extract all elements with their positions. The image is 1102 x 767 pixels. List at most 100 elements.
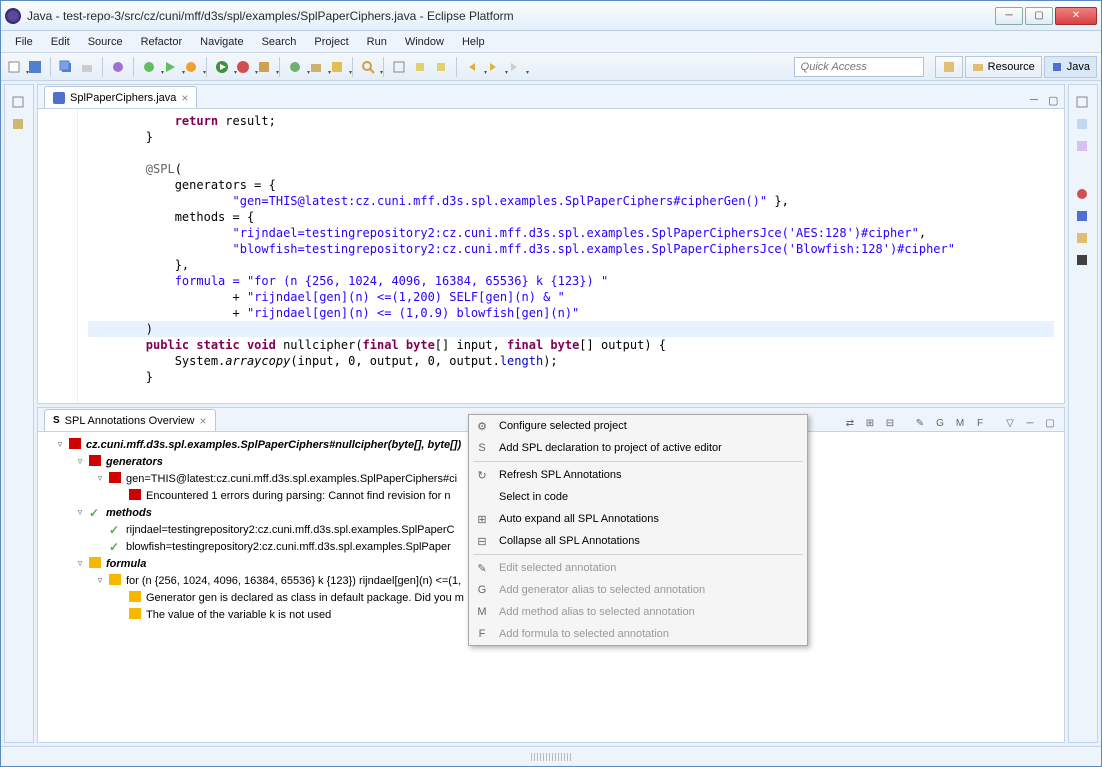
task-list-icon[interactable] — [1075, 117, 1091, 133]
context-menu-item[interactable]: ⊞Auto expand all SPL Annotations — [469, 508, 807, 530]
save-all-button[interactable] — [57, 58, 75, 76]
tree-label: Generator gen is declared as class in de… — [146, 592, 464, 604]
view-menu-icon[interactable]: ▽ — [1002, 415, 1018, 431]
minimize-editor-icon[interactable]: ─ — [1030, 94, 1044, 108]
restore-icon[interactable] — [11, 95, 27, 111]
menu-file[interactable]: File — [7, 33, 41, 51]
tree-twisty[interactable]: ▿ — [54, 439, 66, 451]
context-menu-item[interactable]: Select in code — [469, 486, 807, 508]
menu-search[interactable]: Search — [254, 33, 305, 51]
menu-run[interactable]: Run — [359, 33, 395, 51]
close-view-icon[interactable]: × — [200, 414, 207, 428]
menu-source[interactable]: Source — [80, 33, 131, 51]
new-button[interactable] — [5, 58, 23, 76]
tree-twisty[interactable] — [114, 490, 126, 502]
menu-item-label: Edit selected annotation — [499, 562, 616, 574]
up-button[interactable] — [505, 58, 523, 76]
statusbar — [1, 746, 1101, 766]
build-button[interactable] — [109, 58, 127, 76]
menu-item-label: Collapse all SPL Annotations — [499, 535, 640, 547]
tree-twisty[interactable] — [94, 524, 106, 536]
f-icon[interactable]: F — [972, 415, 988, 431]
debug-last-button[interactable] — [234, 58, 252, 76]
menu-window[interactable]: Window — [397, 33, 452, 51]
menu-navigate[interactable]: Navigate — [192, 33, 251, 51]
editor-tab-label: SplPaperCiphers.java — [70, 92, 176, 104]
tree-label: formula — [106, 558, 146, 570]
restore-right-icon[interactable] — [1075, 95, 1091, 111]
menu-item-icon: ✎ — [473, 559, 491, 577]
tree-twisty[interactable]: ▿ — [74, 507, 86, 519]
print-button[interactable] — [78, 58, 96, 76]
link-icon[interactable]: ⇄ — [842, 415, 858, 431]
context-menu-item[interactable]: SAdd SPL declaration to project of activ… — [469, 437, 807, 459]
tree-label: methods — [106, 507, 152, 519]
close-tab-icon[interactable]: × — [181, 91, 188, 105]
g-icon[interactable]: G — [932, 415, 948, 431]
menu-project[interactable]: Project — [306, 33, 356, 51]
debug-button[interactable] — [140, 58, 158, 76]
expand-all-icon[interactable]: ⊞ — [862, 415, 878, 431]
context-menu-item[interactable]: ⚙Configure selected project — [469, 415, 807, 437]
tree-twisty[interactable] — [94, 541, 106, 553]
save-button[interactable] — [26, 58, 44, 76]
menu-item-icon: G — [473, 581, 491, 599]
javadoc-icon[interactable] — [1075, 209, 1091, 225]
minimize-button[interactable]: ─ — [995, 7, 1023, 25]
tree-label: rijndael=testingrepository2:cz.cuni.mff.… — [126, 524, 454, 536]
context-menu-item[interactable]: ⊟Collapse all SPL Annotations — [469, 530, 807, 552]
menu-item-icon: M — [473, 603, 491, 621]
maximize-editor-icon[interactable]: ▢ — [1048, 94, 1062, 108]
problems-icon[interactable] — [1075, 187, 1091, 203]
tree-twisty[interactable]: ▿ — [74, 558, 86, 570]
maximize-view-icon[interactable]: ▢ — [1042, 415, 1058, 431]
code-editor[interactable]: return result; } @SPL( generators = { "g… — [38, 109, 1064, 403]
menu-edit[interactable]: Edit — [43, 33, 78, 51]
close-button[interactable]: ✕ — [1055, 7, 1097, 25]
open-perspective-button[interactable] — [935, 56, 963, 78]
console-icon[interactable] — [1075, 253, 1091, 269]
declaration-icon[interactable] — [1075, 231, 1091, 247]
quick-access-input[interactable] — [794, 57, 924, 77]
java-file-icon — [53, 92, 65, 104]
quick-access — [794, 57, 924, 77]
tree-twisty[interactable]: ▿ — [94, 575, 106, 587]
maximize-button[interactable]: ▢ — [1025, 7, 1053, 25]
menu-item-label: Auto expand all SPL Annotations — [499, 513, 659, 525]
editor-pane: SplPaperCiphers.java × ─ ▢ return result… — [37, 84, 1065, 404]
menu-refactor[interactable]: Refactor — [133, 33, 191, 51]
coverage-button[interactable] — [182, 58, 200, 76]
titlebar: Java - test-repo-3/src/cz/cuni/mff/d3s/s… — [1, 1, 1101, 31]
outline-icon[interactable] — [1075, 139, 1091, 155]
run-last-button[interactable] — [213, 58, 231, 76]
menu-item-icon — [473, 488, 491, 506]
perspective-java[interactable]: Java — [1044, 56, 1097, 78]
forward-button[interactable] — [484, 58, 502, 76]
tree-twisty[interactable] — [114, 609, 126, 621]
edit-icon[interactable]: ✎ — [912, 415, 928, 431]
new-package-button[interactable] — [307, 58, 325, 76]
tree-twisty[interactable]: ▿ — [74, 456, 86, 468]
open-type-button[interactable] — [328, 58, 346, 76]
external-button[interactable] — [255, 58, 273, 76]
run-button[interactable] — [161, 58, 179, 76]
search-button[interactable] — [359, 58, 377, 76]
new-class-button[interactable] — [286, 58, 304, 76]
back-button[interactable] — [463, 58, 481, 76]
collapse-all-icon[interactable]: ⊟ — [882, 415, 898, 431]
minimize-view-icon[interactable]: ─ — [1022, 415, 1038, 431]
tree-twisty[interactable]: ▿ — [94, 473, 106, 485]
menu-help[interactable]: Help — [454, 33, 493, 51]
spl-view-tab[interactable]: S SPL Annotations Overview × — [44, 409, 216, 431]
err-icon — [89, 455, 103, 469]
annotation-button[interactable] — [411, 58, 429, 76]
context-menu-item[interactable]: ↻Refresh SPL Annotations — [469, 464, 807, 486]
tree-twisty[interactable] — [114, 592, 126, 604]
m-icon[interactable]: M — [952, 415, 968, 431]
toggle-button[interactable] — [390, 58, 408, 76]
annotation-button-2[interactable] — [432, 58, 450, 76]
warn-icon — [129, 591, 143, 605]
package-explorer-icon[interactable] — [11, 117, 27, 133]
editor-tab[interactable]: SplPaperCiphers.java × — [44, 86, 197, 108]
perspective-resource[interactable]: Resource — [965, 56, 1042, 78]
